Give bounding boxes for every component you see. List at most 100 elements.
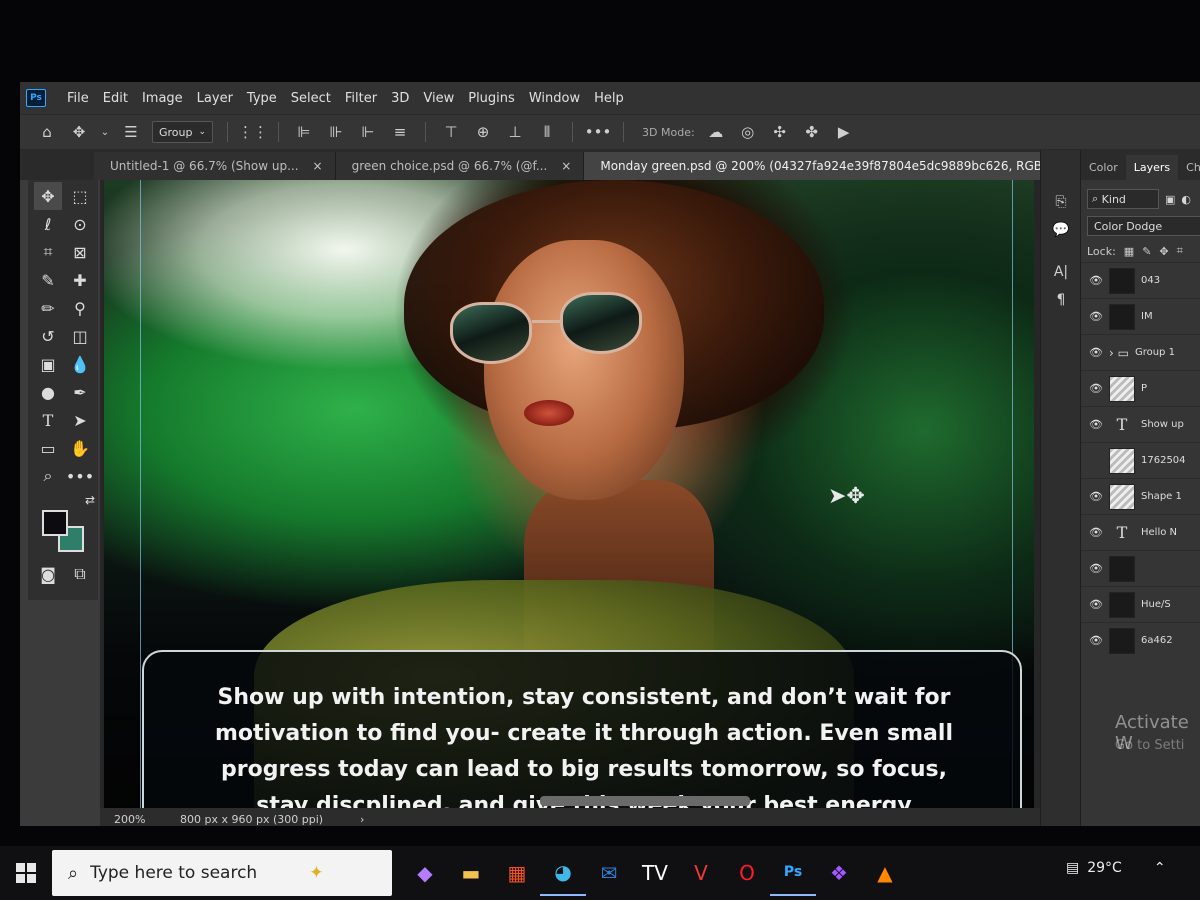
horizontal-scrollbar[interactable]: [540, 796, 750, 806]
home-icon[interactable]: ⌂: [36, 121, 58, 143]
adjustment-filter-icon[interactable]: ◐: [1181, 193, 1191, 206]
layer-row[interactable]: 👁 IM: [1081, 298, 1200, 334]
layer-row[interactable]: 👁 T Hello N: [1081, 514, 1200, 550]
tab-green-choice[interactable]: green choice.psd @ 66.7% (@f... ×: [335, 152, 585, 180]
layer-row[interactable]: 👁 › ▭ Group 1: [1081, 334, 1200, 370]
comments-icon[interactable]: 💬: [1049, 218, 1073, 242]
menu-3d[interactable]: 3D: [384, 91, 416, 106]
transform-controls-icon[interactable]: ⋮⋮: [238, 121, 268, 143]
visibility-eye-icon[interactable]: 👁: [1089, 634, 1103, 647]
align-left-icon[interactable]: ⊫: [293, 121, 315, 143]
menu-select[interactable]: Select: [284, 91, 338, 106]
menu-image[interactable]: Image: [135, 91, 190, 106]
layer-row[interactable]: 👁 P: [1081, 370, 1200, 406]
tab-color[interactable]: Color: [1081, 155, 1126, 180]
quick-mask-icon[interactable]: ◙: [34, 560, 62, 588]
lock-paint-icon[interactable]: ✎: [1142, 245, 1151, 258]
layer-row[interactable]: 👁 Shape 1: [1081, 478, 1200, 514]
visibility-eye-icon[interactable]: 👁: [1089, 526, 1103, 539]
align-right-icon[interactable]: ⊩: [357, 121, 379, 143]
lock-artboard-icon[interactable]: ⌗: [1177, 244, 1183, 258]
distribute-icon[interactable]: ≡: [389, 121, 411, 143]
more-options-icon[interactable]: •••: [585, 121, 612, 143]
rectangle-tool-icon[interactable]: ▭: [34, 434, 62, 462]
blur-tool-icon[interactable]: 💧: [66, 350, 94, 378]
screen-mode-icon[interactable]: ⧉: [66, 560, 94, 588]
3d-slide-icon[interactable]: ✤: [801, 121, 823, 143]
visibility-eye-icon[interactable]: 👁: [1089, 490, 1103, 503]
guide-line-left[interactable]: [140, 180, 141, 820]
taskbar-search-box[interactable]: ⌕ Type here to search ✦: [52, 850, 392, 896]
visibility-eye-icon[interactable]: 👁: [1089, 562, 1103, 575]
visibility-eye-icon[interactable]: 👁: [1089, 418, 1103, 431]
align-middle-icon[interactable]: ⊕: [472, 121, 494, 143]
chevron-down-icon[interactable]: ⌄: [100, 121, 110, 143]
vlc-icon[interactable]: ▲: [862, 850, 908, 896]
tradingview-icon[interactable]: TV: [632, 850, 678, 896]
history-icon[interactable]: ⎘: [1049, 190, 1073, 214]
weather-widget[interactable]: ▤ 29°C ⌃: [1066, 860, 1166, 876]
type-tool-icon[interactable]: T: [34, 406, 62, 434]
layers-stack-icon[interactable]: ☰: [120, 121, 142, 143]
lock-position-icon[interactable]: ✥: [1159, 245, 1168, 258]
history-brush-tool-icon[interactable]: ↺: [34, 322, 62, 350]
menu-window[interactable]: Window: [522, 91, 587, 106]
figma-icon[interactable]: ❖: [816, 850, 862, 896]
3d-drag-icon[interactable]: ✣: [769, 121, 791, 143]
visibility-eye-icon[interactable]: 👁: [1089, 382, 1103, 395]
layer-row[interactable]: 👁 043: [1081, 262, 1200, 298]
auto-select-dropdown[interactable]: Group ⌄: [152, 121, 214, 143]
zoom-level[interactable]: 200%: [100, 813, 180, 826]
close-icon[interactable]: ×: [561, 159, 571, 173]
visibility-eye-icon[interactable]: 👁: [1089, 346, 1103, 359]
align-bottom-icon[interactable]: ⊥: [504, 121, 526, 143]
paragraph-icon[interactable]: ¶: [1049, 288, 1073, 312]
menu-help[interactable]: Help: [587, 91, 631, 106]
3d-camera-icon[interactable]: ▶: [833, 121, 855, 143]
image-filter-icon[interactable]: ▣: [1165, 193, 1175, 206]
move-tool-icon[interactable]: ✥: [34, 182, 62, 210]
visibility-eye-icon[interactable]: 👁: [1089, 598, 1103, 611]
menu-file[interactable]: File: [60, 91, 96, 106]
lock-transparent-icon[interactable]: ▦: [1124, 245, 1134, 258]
photoshop-taskbar-icon[interactable]: Ps: [770, 850, 816, 896]
clone-stamp-tool-icon[interactable]: ⚲: [66, 294, 94, 322]
tab-monday-green[interactable]: Monday green.psd @ 200% (04327fa924e39f8…: [584, 152, 1096, 180]
chevron-right-icon[interactable]: ›: [360, 813, 364, 826]
copilot-icon[interactable]: ◆: [402, 850, 448, 896]
chevron-up-icon[interactable]: ⌃: [1154, 860, 1166, 876]
hand-tool-icon[interactable]: ✋: [66, 434, 94, 462]
3d-orbit-icon[interactable]: ☁: [705, 121, 727, 143]
menu-layer[interactable]: Layer: [190, 91, 240, 106]
edge-icon[interactable]: ◕: [540, 850, 586, 896]
tab-untitled-1[interactable]: Untitled-1 @ 66.7% (Show up... ×: [94, 152, 336, 180]
3d-roll-icon[interactable]: ◎: [737, 121, 759, 143]
pen-tool-icon[interactable]: ✒: [66, 378, 94, 406]
tab-channels[interactable]: Channel: [1178, 155, 1200, 180]
marquee-tool-icon[interactable]: ⬚: [66, 182, 94, 210]
foreground-color-swatch[interactable]: [42, 510, 68, 536]
lasso-tool-icon[interactable]: ℓ: [34, 210, 62, 238]
vivaldi-icon[interactable]: V: [678, 850, 724, 896]
align-center-icon[interactable]: ⊪: [325, 121, 347, 143]
move-tool-icon[interactable]: ✥: [68, 121, 90, 143]
layer-row[interactable]: 👁 T Show up: [1081, 406, 1200, 442]
quick-select-tool-icon[interactable]: ⊙: [66, 210, 94, 238]
photoshop-logo[interactable]: Ps: [26, 89, 46, 107]
tab-layers[interactable]: Layers: [1125, 155, 1179, 180]
align-top-icon[interactable]: ⊤: [440, 121, 462, 143]
menu-plugins[interactable]: Plugins: [461, 91, 522, 106]
close-icon[interactable]: ×: [313, 159, 323, 173]
layer-row[interactable]: 1762504: [1081, 442, 1200, 478]
microsoft-store-icon[interactable]: ▦: [494, 850, 540, 896]
canvas-area[interactable]: Show up with intention, stay consistent,…: [100, 180, 1040, 826]
opera-icon[interactable]: O: [724, 850, 770, 896]
blend-mode-dropdown[interactable]: Color Dodge: [1087, 216, 1200, 236]
visibility-eye-icon[interactable]: 👁: [1089, 310, 1103, 323]
layer-row[interactable]: 👁 Hue/S: [1081, 586, 1200, 622]
kind-filter-dropdown[interactable]: ⌕ Kind: [1087, 189, 1159, 209]
brush-tool-icon[interactable]: ✏: [34, 294, 62, 322]
layer-row[interactable]: 👁 6a462: [1081, 622, 1200, 658]
zoom-tool-icon[interactable]: ⌕: [34, 462, 62, 490]
eyedropper-tool-icon[interactable]: ✎: [34, 266, 62, 294]
